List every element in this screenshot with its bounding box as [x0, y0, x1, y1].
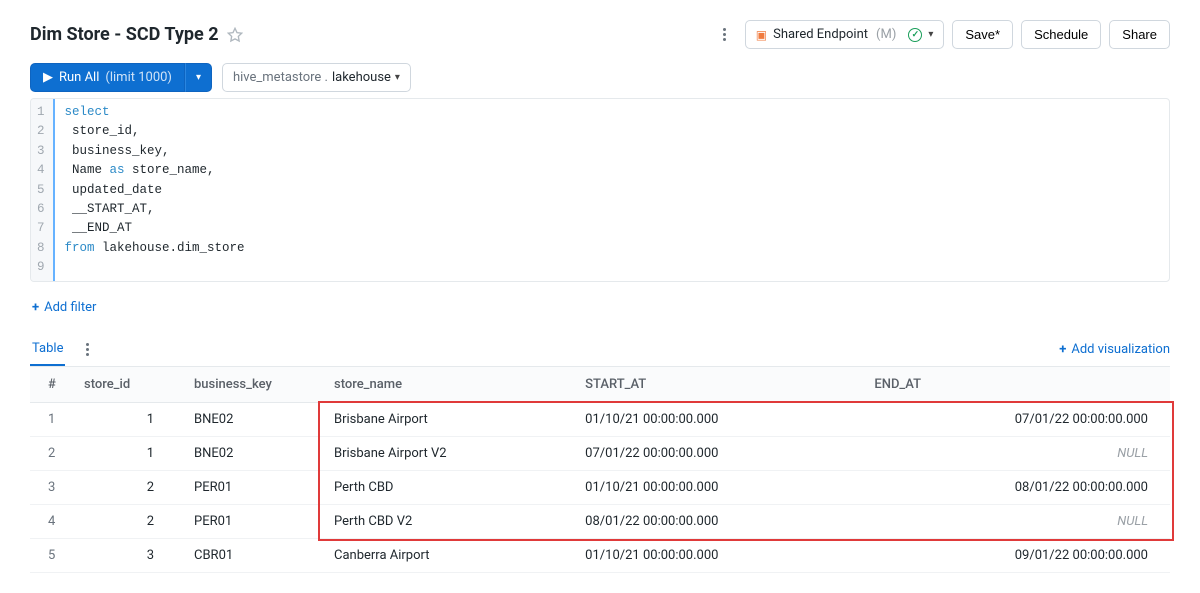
cell-business-key: CBR01 [182, 539, 322, 573]
cell-rownum: 4 [30, 505, 72, 539]
cell-start-at: 01/10/21 00:00:00.000 [573, 403, 862, 437]
sql-editor[interactable]: 123456789 select store_id, business_key,… [30, 98, 1170, 282]
star-icon[interactable] [227, 27, 243, 43]
column-header[interactable]: business_key [182, 367, 322, 403]
column-header[interactable]: # [30, 367, 72, 403]
column-header[interactable]: START_AT [573, 367, 862, 403]
table-row[interactable]: 53CBR01Canberra Airport01/10/21 00:00:00… [30, 539, 1170, 573]
endpoint-suffix: (M) [876, 27, 896, 42]
cell-store-name: Brisbane Airport V2 [322, 437, 573, 471]
more-icon[interactable] [717, 27, 733, 43]
cell-rownum: 5 [30, 539, 72, 573]
table-row[interactable]: 32PER01Perth CBD01/10/21 00:00:00.00008/… [30, 471, 1170, 505]
save-button[interactable]: Save* [952, 20, 1013, 49]
run-all-button[interactable]: ▶ Run All (limit 1000) [30, 63, 185, 92]
table-row[interactable]: 11BNE02Brisbane Airport01/10/21 00:00:00… [30, 403, 1170, 437]
endpoint-label: Shared Endpoint [773, 27, 868, 42]
table-row[interactable]: 21BNE02Brisbane Airport V207/01/22 00:00… [30, 437, 1170, 471]
cell-end-at: 07/01/22 00:00:00.000 [862, 403, 1170, 437]
results-table: #store_idbusiness_keystore_nameSTART_ATE… [30, 367, 1170, 573]
check-circle-icon: ✓ [908, 28, 922, 42]
play-icon: ▶ [43, 70, 53, 85]
table-row[interactable]: 42PER01Perth CBD V208/01/22 00:00:00.000… [30, 505, 1170, 539]
cell-business-key: PER01 [182, 471, 322, 505]
add-filter-label: Add filter [44, 300, 96, 315]
cell-business-key: PER01 [182, 505, 322, 539]
run-limit: (limit 1000) [105, 70, 172, 85]
add-viz-label: Add visualization [1071, 342, 1170, 357]
tab-table[interactable]: Table [30, 333, 65, 366]
cell-business-key: BNE02 [182, 437, 322, 471]
cell-store-name: Brisbane Airport [322, 403, 573, 437]
chevron-down-icon: ▾ [196, 72, 201, 83]
cell-start-at: 01/10/21 00:00:00.000 [573, 539, 862, 573]
column-header[interactable]: END_AT [862, 367, 1170, 403]
column-header[interactable]: store_name [322, 367, 573, 403]
tab-more-icon[interactable] [79, 342, 95, 358]
cell-store-id: 1 [72, 403, 182, 437]
plus-icon: + [1059, 342, 1066, 357]
chevron-down-icon: ▾ [928, 29, 933, 40]
cell-rownum: 1 [30, 403, 72, 437]
cell-start-at: 07/01/22 00:00:00.000 [573, 437, 862, 471]
cell-start-at: 01/10/21 00:00:00.000 [573, 471, 862, 505]
cell-rownum: 3 [30, 471, 72, 505]
cell-store-id: 3 [72, 539, 182, 573]
schema-name: lakehouse [332, 70, 391, 85]
cell-end-at: NULL [862, 505, 1170, 539]
share-button[interactable]: Share [1109, 20, 1170, 49]
page-title: Dim Store - SCD Type 2 [30, 24, 219, 45]
run-label: Run All [59, 70, 99, 85]
cube-icon: ▣ [756, 28, 767, 42]
cell-end-at: 08/01/22 00:00:00.000 [862, 471, 1170, 505]
cell-end-at: NULL [862, 437, 1170, 471]
cell-store-name: Perth CBD V2 [322, 505, 573, 539]
run-dropdown-button[interactable]: ▾ [185, 63, 212, 92]
add-filter-button[interactable]: + Add filter [32, 300, 96, 315]
add-visualization-button[interactable]: + Add visualization [1059, 334, 1170, 365]
cell-store-id: 1 [72, 437, 182, 471]
cell-store-id: 2 [72, 471, 182, 505]
cell-end-at: 09/01/22 00:00:00.000 [862, 539, 1170, 573]
endpoint-selector[interactable]: ▣ Shared Endpoint (M) ✓ ▾ [745, 20, 945, 49]
cell-start-at: 08/01/22 00:00:00.000 [573, 505, 862, 539]
cell-store-name: Perth CBD [322, 471, 573, 505]
cell-rownum: 2 [30, 437, 72, 471]
cell-store-name: Canberra Airport [322, 539, 573, 573]
schema-selector[interactable]: hive_metastore . lakehouse ▾ [222, 63, 411, 92]
plus-icon: + [32, 300, 39, 315]
schema-prefix: hive_metastore . [233, 70, 328, 85]
column-header[interactable]: store_id [72, 367, 182, 403]
schedule-button[interactable]: Schedule [1021, 20, 1101, 49]
chevron-down-icon: ▾ [395, 72, 400, 83]
cell-business-key: BNE02 [182, 403, 322, 437]
cell-store-id: 2 [72, 505, 182, 539]
